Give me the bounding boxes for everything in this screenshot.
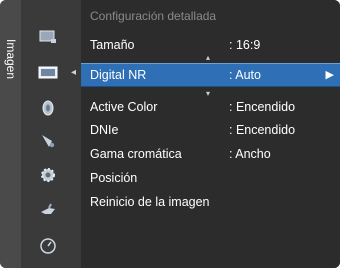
menu-row-reinicio[interactable]: Reinicio de la imagen	[81, 191, 340, 213]
menu-row-value: : Auto	[229, 68, 261, 82]
settings-gear-icon[interactable]	[38, 165, 58, 185]
menu-row-value: : 16:9	[229, 38, 261, 52]
menu-row-value: : Ancho	[229, 147, 271, 161]
menu-row-gama-cromatica[interactable]: Gama cromática : Ancho	[81, 143, 340, 165]
menu-row-value: : Encendido	[229, 100, 296, 114]
menu-row-label: Digital NR	[90, 68, 147, 82]
menu-row-label: Posición	[90, 171, 138, 185]
menu-row-active-color[interactable]: Active Color : Encendido	[81, 96, 340, 118]
menu-row-tamano[interactable]: Tamaño : 16:9	[81, 34, 340, 56]
menu-row-dnie[interactable]: DNIe : Encendido	[81, 119, 340, 141]
menu-row-label: Active Color	[90, 100, 158, 114]
menu-row-label: DNIe	[90, 123, 119, 137]
support-icon[interactable]	[38, 236, 58, 256]
side-tab: Imagen	[0, 0, 21, 268]
left-arrow-icon: ◂	[71, 67, 77, 78]
menu-row-label: Tamaño	[90, 38, 135, 52]
tv-screen-icon[interactable]	[38, 27, 58, 47]
right-arrow-icon: ▶	[325, 69, 334, 81]
menu-row-value: : Encendido	[229, 123, 296, 137]
sound-icon[interactable]	[38, 98, 58, 118]
channel-icon[interactable]	[38, 131, 58, 151]
side-tab-label: Imagen	[4, 38, 18, 80]
menu-row-label: Gama cromática	[90, 147, 182, 161]
menu-row-posicion[interactable]: Posición	[81, 167, 340, 189]
picture-icon[interactable]	[35, 60, 61, 86]
menu-row-label: Reinicio de la imagen	[90, 195, 210, 209]
menu-row-digital-nr[interactable]: Digital NR : Auto ▶	[81, 63, 340, 87]
input-plug-icon[interactable]	[38, 201, 58, 221]
menu-header: Configuración detallada	[90, 9, 217, 23]
